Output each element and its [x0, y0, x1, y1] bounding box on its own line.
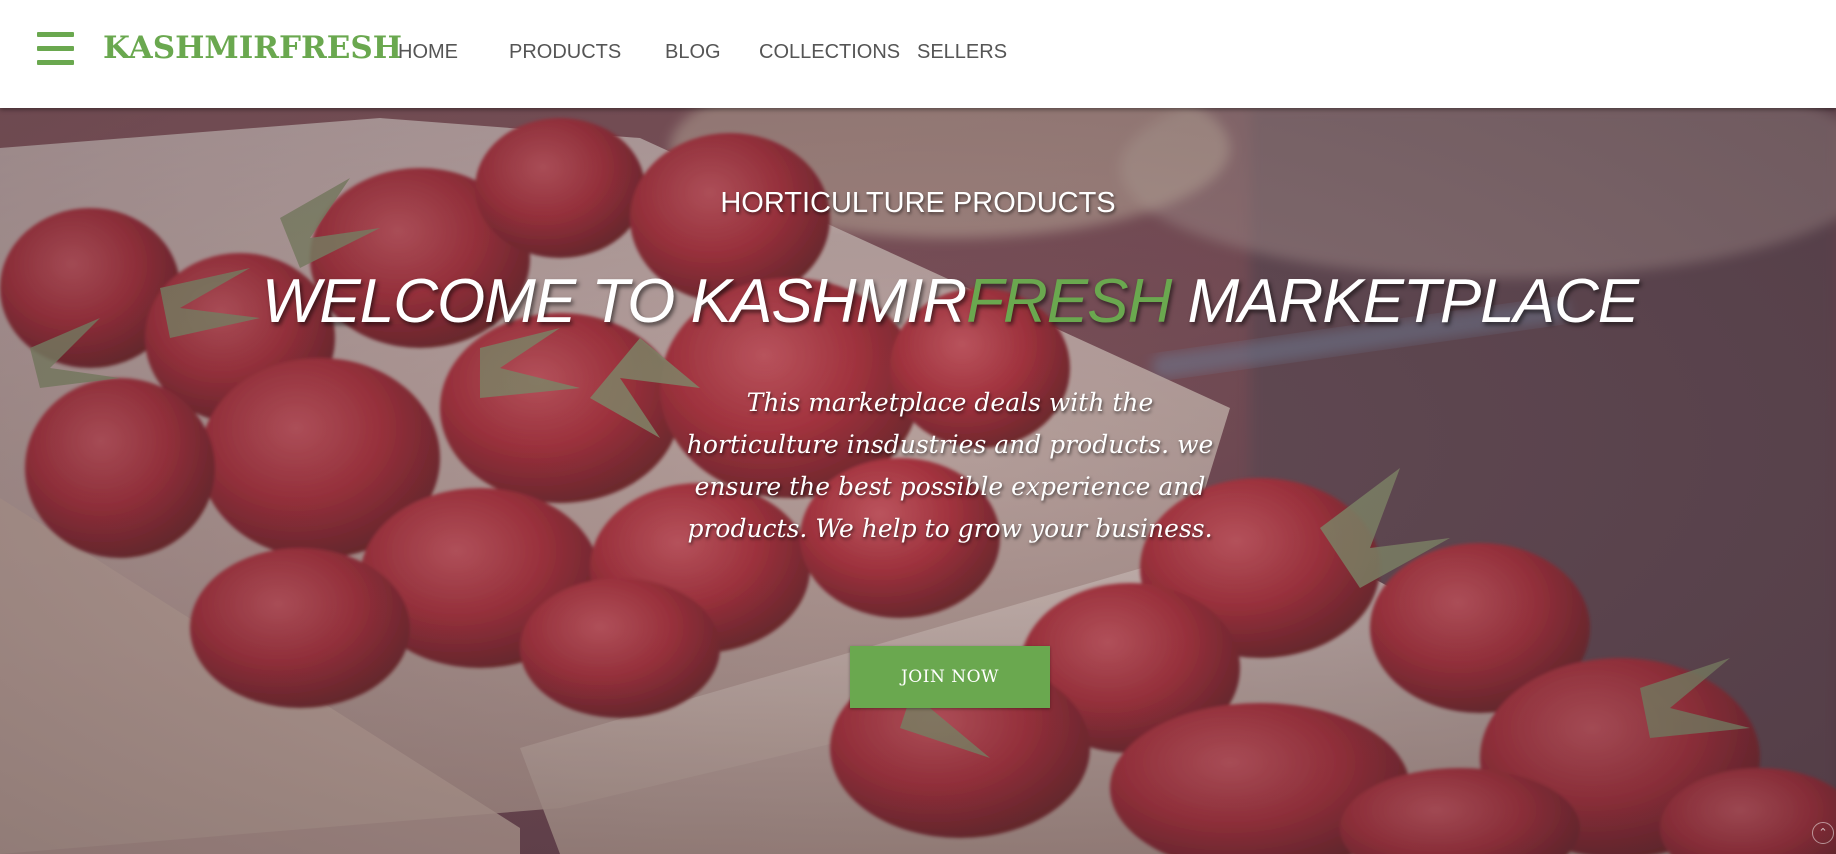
- hero-title-part2: MARKETPLACE: [1171, 267, 1639, 336]
- hamburger-line: [37, 32, 74, 37]
- scroll-up-icon[interactable]: ⌃: [1812, 822, 1834, 844]
- nav-item-home[interactable]: HOME: [398, 40, 458, 64]
- nav-item-collections[interactable]: COLLECTIONS: [759, 40, 900, 64]
- nav-item-blog[interactable]: BLOG: [665, 40, 721, 64]
- hamburger-line: [37, 46, 74, 51]
- hero-title-part1: WELCOME TO KASHMIR: [261, 267, 967, 336]
- hamburger-line: [37, 60, 74, 65]
- nav-item-sellers[interactable]: SELLERS: [917, 40, 1007, 64]
- join-now-button[interactable]: JOIN NOW: [850, 646, 1050, 708]
- hero-description: This marketplace deals with the horticul…: [686, 388, 1214, 543]
- brand-logo[interactable]: KASHMIRFRESH: [103, 28, 402, 68]
- hero-title: WELCOME TO KASHMIRFRESH MARKETPLACE: [0, 266, 1836, 338]
- hero-title-highlight: FRESH: [966, 267, 1172, 336]
- nav-item-products[interactable]: PRODUCTS: [509, 40, 621, 64]
- hamburger-menu-icon[interactable]: [37, 32, 74, 65]
- hero-subtitle: HORTICULTURE PRODUCTS: [720, 187, 1116, 219]
- top-navbar: KASHMIRFRESH HOME PRODUCTS BLOG COLLECTI…: [0, 0, 1836, 108]
- hero-banner: HORTICULTURE PRODUCTS WELCOME TO KASHMIR…: [0, 108, 1836, 854]
